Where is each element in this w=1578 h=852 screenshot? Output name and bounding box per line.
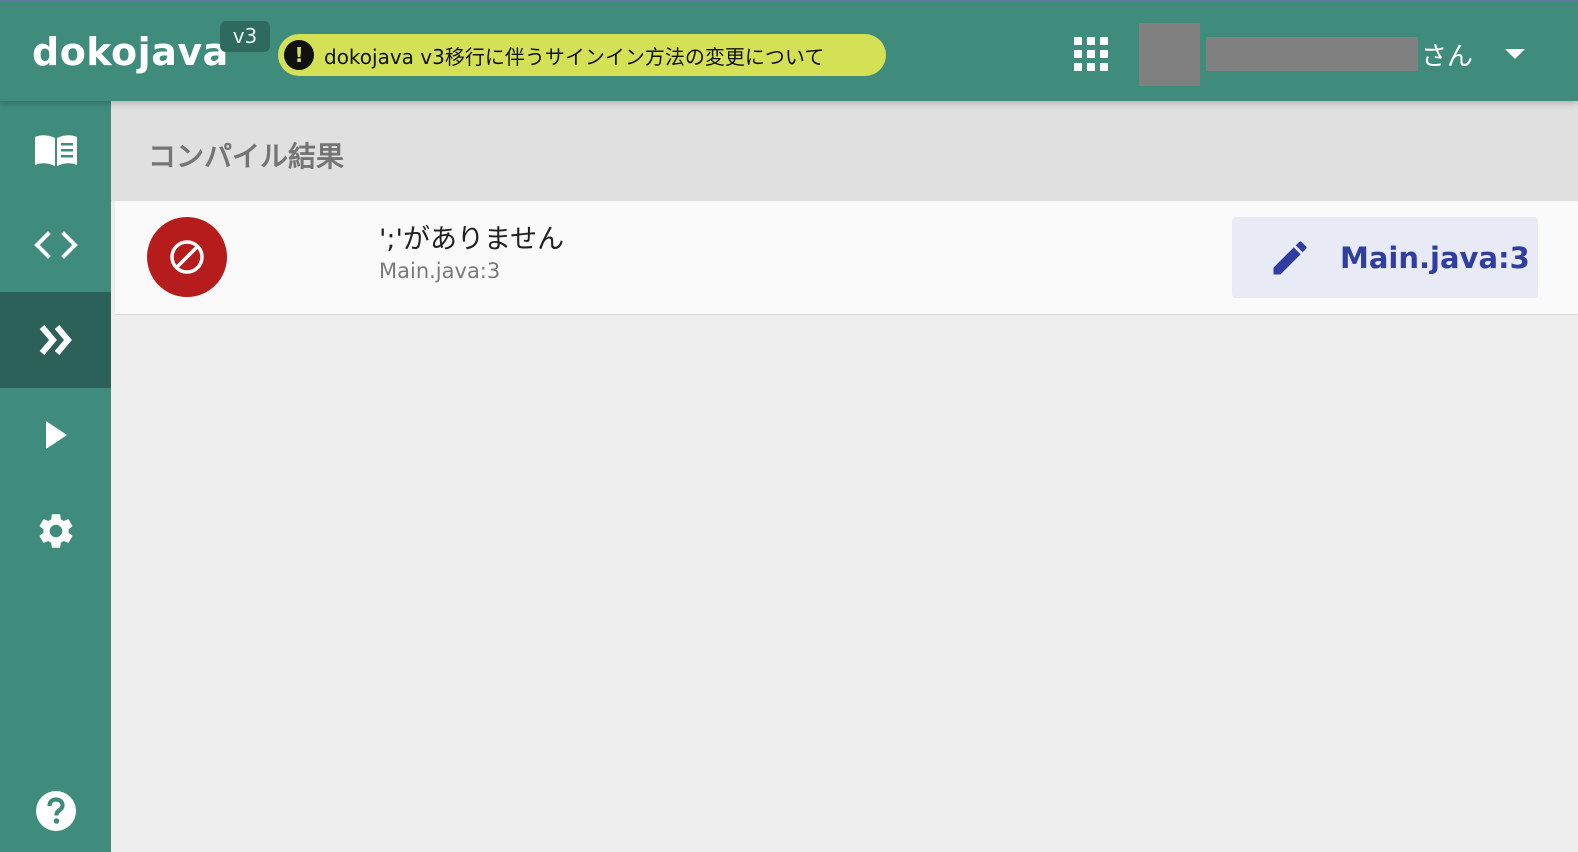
content-header: コンパイル結果 — [111, 101, 1578, 201]
sidebar-item-run[interactable] — [0, 387, 111, 483]
help-icon — [35, 791, 76, 831]
user-suffix: さん — [1421, 42, 1474, 72]
sidebar-item-compile[interactable] — [0, 292, 111, 388]
notice-text: dokojava v3移行に伴うサインイン方法の変更について — [324, 44, 825, 69]
sidebar-item-settings[interactable] — [0, 483, 111, 579]
pencil-icon — [1273, 240, 1307, 274]
avatar[interactable] — [1139, 23, 1200, 86]
sidebar — [0, 101, 111, 852]
app-logo[interactable]: dokojava — [32, 30, 229, 74]
sidebar-item-docs[interactable] — [0, 103, 111, 199]
play-icon — [45, 421, 67, 449]
alert-icon: ! — [284, 40, 314, 70]
jump-to-source-button[interactable]: Main.java:3 — [1232, 217, 1538, 298]
jump-to-source-label: Main.java:3 — [1340, 240, 1530, 275]
page-title: コンパイル結果 — [148, 140, 345, 173]
sidebar-item-editor[interactable] — [0, 197, 111, 293]
sidebar-item-help[interactable] — [0, 763, 111, 852]
list-item: ';'がありません Main.java:3 Main.java:3 — [115, 201, 1578, 315]
version-badge: v3 — [220, 21, 270, 52]
double-chevron-right-icon — [39, 325, 72, 355]
app-header: dokojava v3 ! dokojava v3移行に伴うサインイン方法の変更… — [0, 0, 1578, 101]
code-icon — [33, 231, 78, 259]
error-message: ';'がありません — [379, 224, 565, 255]
gear-icon — [39, 514, 72, 548]
error-icon — [147, 217, 227, 297]
chevron-down-icon[interactable] — [1505, 49, 1525, 59]
book-icon — [34, 135, 77, 166]
notice-banner[interactable]: ! dokojava v3移行に伴うサインイン方法の変更について — [278, 34, 886, 76]
error-location: Main.java:3 — [379, 259, 501, 283]
apps-grid-icon[interactable] — [1074, 37, 1108, 71]
user-name-redacted — [1206, 37, 1418, 71]
